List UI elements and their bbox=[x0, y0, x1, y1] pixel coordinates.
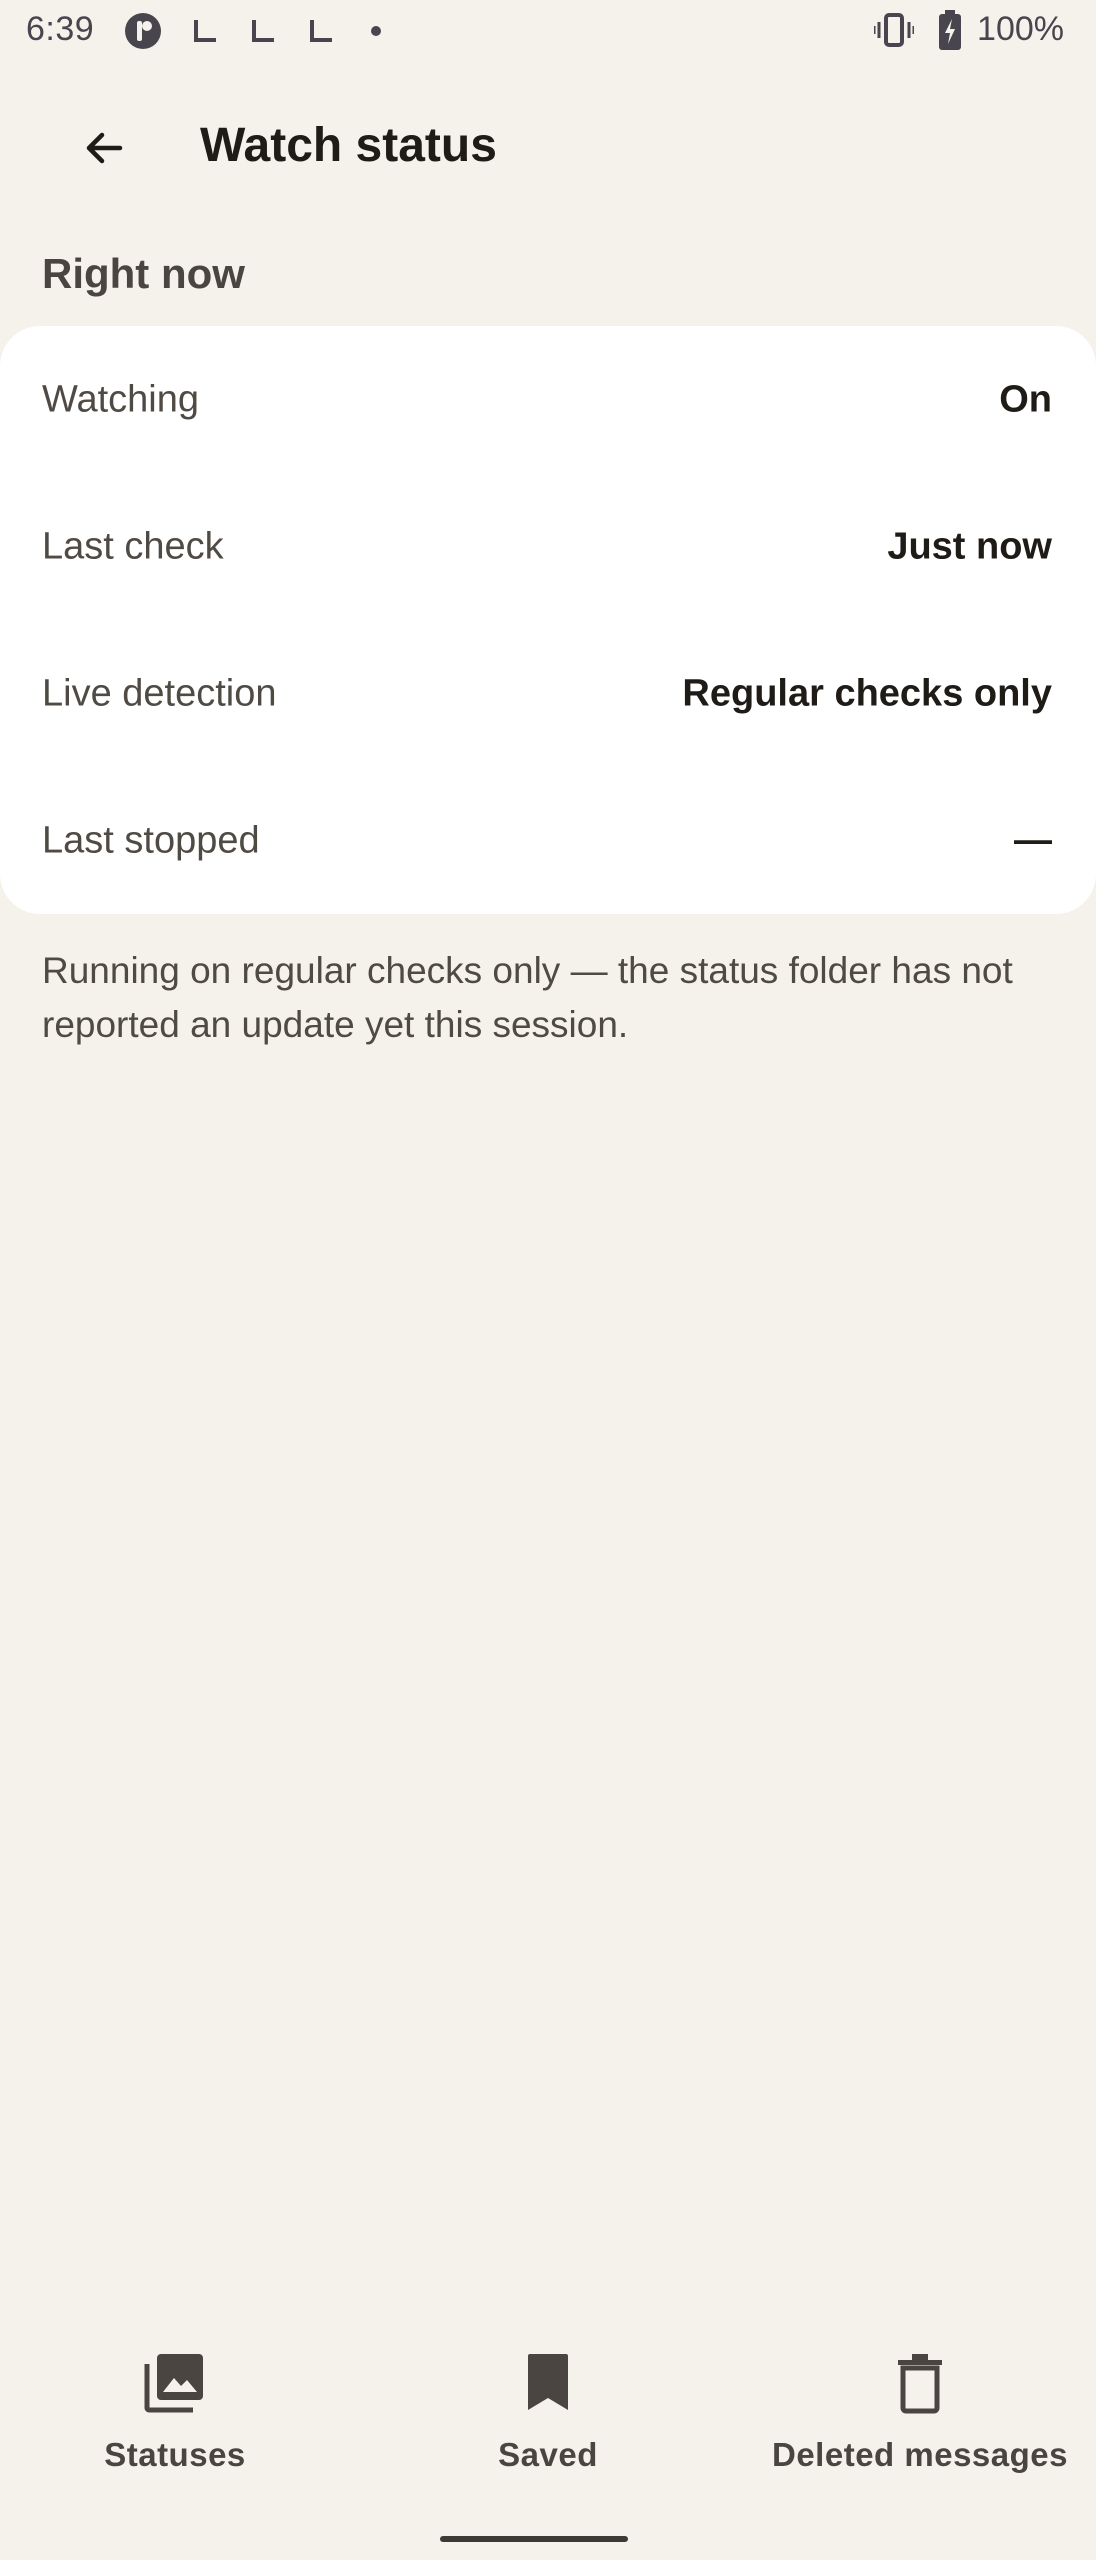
l-shape-icon bbox=[308, 18, 334, 49]
row-label: Last stopped bbox=[42, 819, 260, 861]
status-row-last-stopped: Last stopped — bbox=[0, 767, 1096, 914]
status-description: Running on regular checks only — the sta… bbox=[42, 950, 1013, 1045]
row-value: Just now bbox=[887, 525, 1052, 567]
nav-label: Statuses bbox=[104, 2436, 246, 2473]
bookmark-icon bbox=[516, 2350, 580, 2414]
nav-label: Deleted messages bbox=[772, 2436, 1068, 2473]
row-value: On bbox=[999, 378, 1052, 420]
app-badge-icon bbox=[124, 12, 162, 55]
status-row-live-detection: Live detection Regular checks only bbox=[0, 620, 1096, 767]
bottom-navigation: Statuses Saved Deleted messages bbox=[0, 2320, 1096, 2480]
status-row-last-check: Last check Just now bbox=[0, 473, 1096, 620]
arrow-back-icon bbox=[80, 124, 128, 177]
nav-label: Saved bbox=[498, 2436, 598, 2473]
l-shape-icon bbox=[250, 18, 276, 49]
top-app-bar: Watch status bbox=[0, 80, 1096, 216]
l-shape-icon bbox=[192, 18, 218, 49]
section-heading: Right now bbox=[42, 250, 245, 297]
nav-item-saved[interactable]: Saved bbox=[368, 2320, 728, 2480]
row-label: Live detection bbox=[42, 672, 277, 714]
status-bar: 6:39 100% bbox=[0, 0, 1096, 62]
status-time: 6:39 bbox=[26, 10, 95, 48]
row-value: — bbox=[1014, 819, 1052, 861]
delete-icon bbox=[888, 2350, 952, 2414]
nav-item-deleted-messages[interactable]: Deleted messages bbox=[740, 2320, 1096, 2480]
status-card: Watching On Last check Just now Live det… bbox=[0, 326, 1096, 914]
gesture-navigation-bar[interactable] bbox=[440, 2536, 628, 2542]
row-label: Last check bbox=[42, 525, 224, 567]
status-row-watching: Watching On bbox=[0, 326, 1096, 473]
photo-library-icon bbox=[143, 2350, 207, 2414]
vibrate-icon bbox=[872, 12, 916, 53]
row-value: Regular checks only bbox=[682, 672, 1052, 714]
back-button[interactable] bbox=[62, 108, 146, 192]
battery-charging-icon bbox=[938, 10, 962, 55]
page-title: Watch status bbox=[200, 119, 497, 172]
battery-percentage: 100% bbox=[977, 10, 1064, 48]
row-label: Watching bbox=[42, 378, 199, 420]
nav-item-statuses[interactable]: Statuses bbox=[0, 2320, 355, 2480]
dot-icon bbox=[370, 24, 382, 42]
